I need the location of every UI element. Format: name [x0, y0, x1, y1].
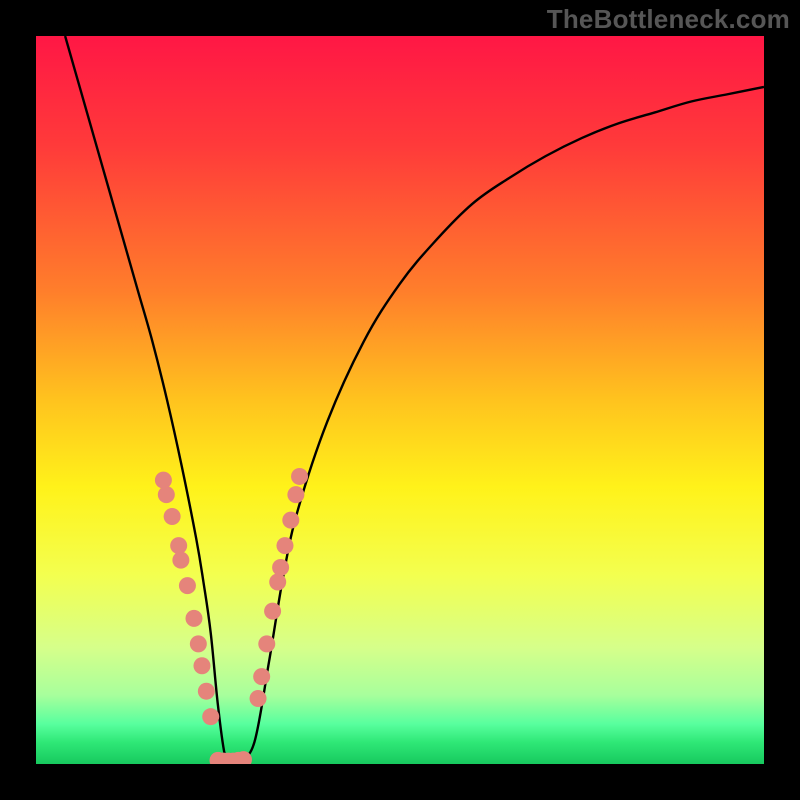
plot-area: [36, 36, 764, 764]
marker-dot: [276, 537, 293, 554]
watermark-text: TheBottleneck.com: [547, 4, 790, 35]
marker-dot: [250, 690, 267, 707]
marker-dot: [170, 537, 187, 554]
marker-dot: [269, 574, 286, 591]
marker-dot: [202, 708, 219, 725]
marker-dot: [291, 468, 308, 485]
marker-dot: [198, 683, 215, 700]
marker-dot: [272, 559, 289, 576]
outer-frame: TheBottleneck.com: [0, 0, 800, 800]
marker-dot: [155, 472, 172, 489]
marker-dot: [282, 512, 299, 529]
marker-dot: [258, 635, 275, 652]
marker-dot: [193, 657, 210, 674]
marker-dot: [185, 610, 202, 627]
marker-dot: [253, 668, 270, 685]
marker-dot: [158, 486, 175, 503]
markers-bottom: [210, 751, 252, 764]
marker-dot: [179, 577, 196, 594]
marker-dot: [264, 603, 281, 620]
chart-svg: [36, 36, 764, 764]
gradient-background: [36, 36, 764, 764]
marker-dot: [190, 635, 207, 652]
marker-dot: [287, 486, 304, 503]
marker-dot: [172, 552, 189, 569]
marker-dot: [164, 508, 181, 525]
